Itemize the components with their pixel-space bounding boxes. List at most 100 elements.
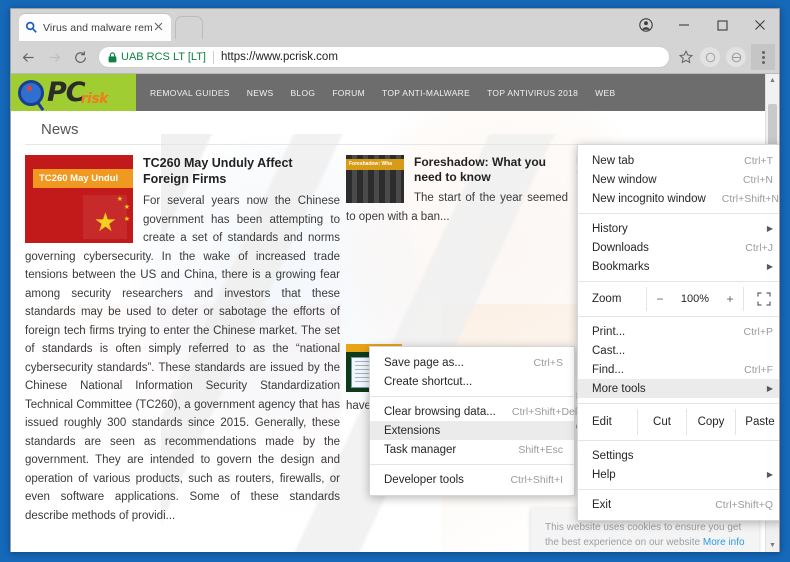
site-header: PC risk REMOVAL GUIDES NEWS BLOG FORUM T… — [11, 74, 779, 111]
menu-item-downloads[interactable]: Downloads Ctrl+J — [578, 238, 779, 257]
magnifier-logo-icon — [18, 79, 44, 106]
browser-tab[interactable]: Virus and malware remov — [19, 14, 171, 41]
menu-item-developer-tools[interactable]: Developer tools Ctrl+Shift+I — [370, 470, 574, 489]
chevron-right-icon: ▶ — [766, 384, 773, 393]
foreshadow-thumbnail: Foreshadow: Wha — [346, 155, 404, 203]
article-foreshadow: Foreshadow: Wha Foreshadow: What you nee… — [346, 155, 568, 226]
copy-button[interactable]: Copy — [686, 409, 735, 435]
menu-item-shortcut: Ctrl+P — [743, 325, 773, 338]
menu-item-label: Save page as... — [384, 356, 464, 369]
extension-icon-1[interactable] — [700, 47, 720, 67]
menu-item-save-page-as[interactable]: Save page as... Ctrl+S — [370, 353, 574, 372]
menu-item-new-window[interactable]: New window Ctrl+N — [578, 170, 779, 189]
menu-item-new-incognito-window[interactable]: New incognito window Ctrl+Shift+N — [578, 189, 779, 208]
menu-item-print[interactable]: Print... Ctrl+P — [578, 322, 779, 341]
dot — [761, 60, 765, 64]
menu-item-shortcut: Ctrl+J — [745, 241, 773, 254]
tab-close-icon[interactable] — [152, 21, 165, 34]
zoom-out-button[interactable]: − — [647, 292, 673, 306]
close-icon[interactable] — [741, 9, 779, 41]
star-icon[interactable] — [675, 46, 697, 68]
nav-item-removal-guides[interactable]: REMOVAL GUIDES — [150, 88, 230, 98]
site-navigation: REMOVAL GUIDES NEWS BLOG FORUM TOP ANTI-… — [136, 74, 779, 111]
menu-item-create-shortcut[interactable]: Create shortcut... — [370, 372, 574, 391]
menu-separator — [578, 281, 779, 282]
china-flag-thumbnail: ★ ★ ★ ★ TC260 May Undul — [25, 155, 133, 243]
star-glyph: ★ — [123, 216, 130, 223]
menu-item-shortcut: Ctrl+T — [744, 154, 773, 167]
menu-edit-row: Edit Cut Copy Paste — [578, 409, 779, 435]
thumbnail-caption: TC260 May Undul — [33, 169, 133, 188]
reload-icon[interactable] — [67, 44, 93, 70]
menu-item-settings[interactable]: Settings — [578, 446, 779, 465]
star-glyph: ★ — [116, 196, 123, 203]
pcrisk-logo[interactable]: PC risk — [11, 74, 136, 111]
chrome-browser-window: Virus and malware remov — [10, 8, 780, 552]
chrome-main-menu: New tab Ctrl+T New window Ctrl+N New inc… — [577, 144, 779, 521]
menu-item-exit[interactable]: Exit Ctrl+Shift+Q — [578, 495, 779, 514]
menu-item-label: Clear browsing data... — [384, 405, 496, 418]
minimize-icon[interactable] — [665, 9, 703, 41]
menu-item-history[interactable]: History ▶ — [578, 219, 779, 238]
menu-item-find[interactable]: Find... Ctrl+F — [578, 360, 779, 379]
menu-item-label: Task manager — [384, 443, 457, 456]
menu-item-label: New window — [592, 173, 657, 186]
menu-item-task-manager[interactable]: Task manager Shift+Esc — [370, 440, 574, 459]
star-glyph: ★ — [123, 204, 130, 211]
more-info-link[interactable]: More info — [703, 537, 745, 548]
fullscreen-icon[interactable] — [743, 287, 779, 311]
logo-dot — [27, 85, 32, 91]
back-arrow-icon[interactable] — [15, 44, 41, 70]
menu-item-bookmarks[interactable]: Bookmarks ▶ — [578, 257, 779, 276]
article-tc260: ★ ★ ★ ★ TC260 May Undul TC260 May Unduly… — [25, 155, 340, 525]
address-bar[interactable]: UAB RCS LT [LT] https://www.pcrisk.com — [98, 46, 670, 68]
menu-item-label: Developer tools — [384, 473, 464, 486]
nav-item-web[interactable]: WEB — [595, 88, 615, 98]
menu-item-label: Cast... — [592, 344, 626, 357]
menu-item-cast[interactable]: Cast... — [578, 341, 779, 360]
forward-arrow-icon — [41, 44, 67, 70]
nav-item-news[interactable]: NEWS — [247, 88, 274, 98]
menu-item-label: Exit — [592, 498, 612, 511]
menu-item-new-tab[interactable]: New tab Ctrl+T — [578, 151, 779, 170]
nav-item-forum[interactable]: FORUM — [332, 88, 365, 98]
menu-item-label: Extensions — [384, 424, 441, 437]
menu-item-label: Print... — [592, 325, 626, 338]
menu-item-help[interactable]: Help ▶ — [578, 465, 779, 484]
menu-item-clear-browsing-data[interactable]: Clear browsing data... Ctrl+Shift+Del — [370, 402, 577, 421]
page-viewport: PC risk REMOVAL GUIDES NEWS BLOG FORUM T… — [11, 74, 779, 552]
menu-item-extensions[interactable]: Extensions — [370, 421, 574, 440]
three-dot-menu-icon[interactable] — [751, 44, 775, 70]
menu-item-label: History — [592, 222, 628, 235]
paste-button[interactable]: Paste — [735, 409, 779, 435]
menu-item-more-tools[interactable]: More tools ▶ — [578, 379, 779, 398]
maximize-icon[interactable] — [703, 9, 741, 41]
nav-item-blog[interactable]: BLOG — [290, 88, 315, 98]
menu-item-label: Help — [592, 468, 616, 481]
profile-icon[interactable] — [627, 9, 665, 41]
menu-separator — [578, 440, 779, 441]
menu-item-label: Settings — [592, 449, 634, 462]
zoom-in-button[interactable]: + — [717, 292, 743, 306]
article-thumbnail[interactable]: Foreshadow: Wha — [346, 155, 404, 203]
lock-icon — [108, 51, 117, 63]
menu-item-label: Bookmarks — [592, 260, 650, 273]
site-identity-label: UAB RCS LT [LT] — [121, 51, 206, 63]
logo-pc-text: PC — [47, 77, 86, 108]
new-tab-button[interactable] — [175, 16, 203, 39]
nav-item-top-anti-malware[interactable]: TOP ANTI-MALWARE — [382, 88, 470, 98]
magnifier-icon — [25, 21, 38, 34]
extension-icon-2[interactable] — [726, 47, 746, 67]
scroll-up-arrow-icon[interactable]: ▲ — [766, 74, 779, 87]
menu-item-shortcut: Ctrl+Shift+N — [721, 192, 779, 205]
article-thumbnail[interactable]: ★ ★ ★ ★ TC260 May Undul — [25, 155, 133, 243]
cut-button[interactable]: Cut — [637, 409, 686, 435]
menu-item-label: New incognito window — [592, 192, 706, 205]
nav-item-top-antivirus-2018[interactable]: TOP ANTIVIRUS 2018 — [487, 88, 578, 98]
menu-item-shortcut: Ctrl+F — [744, 363, 773, 376]
browser-toolbar: UAB RCS LT [LT] https://www.pcrisk.com — [11, 41, 779, 74]
dot — [761, 50, 765, 54]
scroll-down-arrow-icon[interactable]: ▼ — [766, 539, 779, 552]
desktop-background: Virus and malware remov — [0, 0, 790, 562]
menu-item-shortcut: Ctrl+N — [742, 173, 773, 186]
